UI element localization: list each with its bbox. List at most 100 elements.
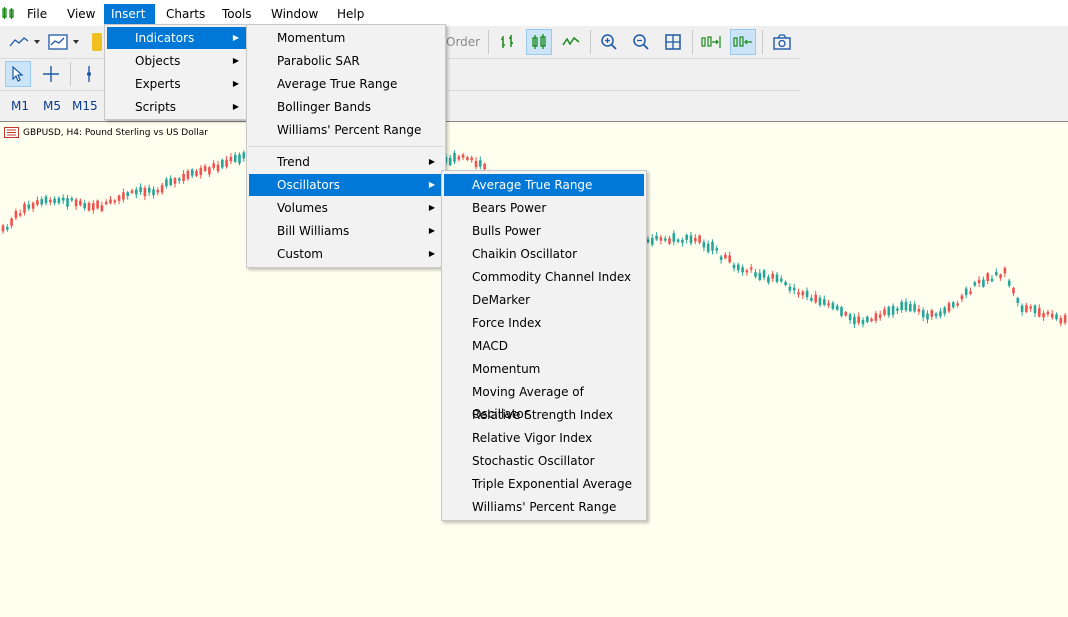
timeframe-m1[interactable]: M1 xyxy=(11,96,29,116)
candle-body xyxy=(827,303,830,306)
candle-body xyxy=(479,160,482,167)
cursor-button[interactable] xyxy=(5,61,31,87)
screenshot-button[interactable] xyxy=(769,29,795,55)
candle-body xyxy=(1003,267,1007,274)
candle-body xyxy=(973,282,977,286)
new-order-label[interactable]: Order xyxy=(446,32,480,52)
chart-symbol-text: GBPUSD, H4: Pound Sterling vs US Dollar xyxy=(23,127,208,138)
menu-view[interactable]: View xyxy=(60,4,102,24)
insert-menu-indicators[interactable]: Indicators ▶ xyxy=(107,27,247,49)
oscillator-chaikin[interactable]: Chaikin Oscillator xyxy=(444,243,644,265)
candle-body xyxy=(737,264,740,271)
menu-charts[interactable]: Charts xyxy=(159,4,212,24)
timeframe-m15[interactable]: M15 xyxy=(72,96,98,116)
candle-body xyxy=(1025,305,1028,312)
line-chart-icon xyxy=(9,37,40,47)
submenu-arrow-icon: ▶ xyxy=(232,102,239,111)
indicators-group-custom[interactable]: Custom ▶ xyxy=(249,243,443,265)
candle-body xyxy=(792,287,796,291)
indicators-group-oscillators[interactable]: Oscillators ▶ xyxy=(249,174,443,196)
candle-body xyxy=(1063,315,1067,323)
candlestick-chart-button[interactable] xyxy=(526,29,552,55)
candle-body xyxy=(1038,308,1041,317)
insert-menu: Indicators ▶ Objects ▶ Experts ▶ Scripts… xyxy=(104,24,250,120)
candle-body xyxy=(741,267,744,273)
zoom-in-button[interactable] xyxy=(596,29,622,55)
auto-scroll-icon xyxy=(701,36,721,48)
indicators-group-bill-williams[interactable]: Bill Williams ▶ xyxy=(249,220,443,242)
candle-body xyxy=(130,190,134,193)
auto-scroll-button[interactable] xyxy=(698,29,724,55)
candle-body xyxy=(956,303,959,306)
oscillator-osma[interactable]: Moving Average of Oscillator xyxy=(444,381,644,421)
candle-body xyxy=(79,200,82,206)
menu-label: Custom xyxy=(277,247,323,261)
bar-chart-button[interactable] xyxy=(495,29,521,55)
candle-body xyxy=(225,159,228,167)
oscillator-stochastic[interactable]: Stochastic Oscillator xyxy=(444,450,644,472)
oscillator-williams-percent-range[interactable]: Williams' Percent Range xyxy=(444,496,644,518)
oscillator-force-index[interactable]: Force Index xyxy=(444,312,644,334)
candle-body xyxy=(453,152,456,162)
templates-dropdown[interactable] xyxy=(46,29,84,55)
oscillator-trix[interactable]: Triple Exponential Average xyxy=(444,473,644,495)
insert-menu-experts[interactable]: Experts ▶ xyxy=(107,73,247,95)
zoom-out-button[interactable] xyxy=(628,29,654,55)
menu-window[interactable]: Window xyxy=(264,4,325,24)
candle-body xyxy=(689,235,693,244)
candle-body xyxy=(655,235,658,240)
oscillator-rvi[interactable]: Relative Vigor Index xyxy=(444,427,644,449)
indicator-williams-percent-range[interactable]: Williams' Percent Range xyxy=(249,119,443,141)
oscillator-bulls-power[interactable]: Bulls Power xyxy=(444,220,644,242)
tile-windows-button[interactable] xyxy=(660,29,686,55)
candle-body xyxy=(702,242,706,248)
indicators-group-volumes[interactable]: Volumes ▶ xyxy=(249,197,443,219)
chart-shift-button[interactable] xyxy=(730,29,756,55)
candle-body xyxy=(74,199,78,207)
submenu-arrow-icon: ▶ xyxy=(428,180,435,189)
cursor-arrow-icon xyxy=(12,66,24,82)
menu-file[interactable]: File xyxy=(20,4,54,24)
oscillator-macd[interactable]: MACD xyxy=(444,335,644,357)
oscillator-momentum[interactable]: Momentum xyxy=(444,358,644,380)
menu-tools[interactable]: Tools xyxy=(215,4,259,24)
candle-body xyxy=(100,205,104,212)
indicator-average-true-range[interactable]: Average True Range xyxy=(249,73,443,95)
indicator-parabolic-sar[interactable]: Parabolic SAR xyxy=(249,50,443,72)
candle-body xyxy=(470,157,473,161)
menu-insert[interactable]: Insert xyxy=(104,4,155,24)
candle-body xyxy=(646,239,650,243)
candle-body xyxy=(810,297,813,301)
candle-body xyxy=(921,310,925,318)
submenu-arrow-icon: ▶ xyxy=(428,157,435,166)
grid-icon xyxy=(665,34,681,50)
oscillator-rsi[interactable]: Relative Strength Index xyxy=(444,404,644,426)
oscillator-demarker[interactable]: DeMarker xyxy=(444,289,644,311)
candle-body xyxy=(474,160,478,168)
line-chart-button[interactable] xyxy=(558,29,584,55)
candle-body xyxy=(44,196,48,204)
insert-menu-objects[interactable]: Objects ▶ xyxy=(107,50,247,72)
candle-body xyxy=(732,264,736,269)
menu-help[interactable]: Help xyxy=(330,4,371,24)
oscillators-menu: Average True Range Bears Power Bulls Pow… xyxy=(441,170,647,521)
submenu-arrow-icon: ▶ xyxy=(232,79,239,88)
menu-label: Scripts xyxy=(135,100,177,114)
chart-type-dropdown[interactable] xyxy=(5,29,43,55)
indicator-bollinger-bands[interactable]: Bollinger Bands xyxy=(249,96,443,118)
oscillator-bears-power[interactable]: Bears Power xyxy=(444,197,644,219)
auto-trading-icon[interactable] xyxy=(90,29,104,55)
candle-body xyxy=(947,303,951,312)
candle-body xyxy=(1042,313,1045,318)
indicators-group-trend[interactable]: Trend ▶ xyxy=(249,151,443,173)
candle-body xyxy=(719,256,723,260)
indicator-momentum[interactable]: Momentum xyxy=(249,27,443,49)
insert-menu-scripts[interactable]: Scripts ▶ xyxy=(107,96,247,118)
timeframe-m5[interactable]: M5 xyxy=(43,96,61,116)
oscillator-cci[interactable]: Commodity Channel Index xyxy=(444,266,644,288)
vertical-line-button[interactable] xyxy=(76,61,102,87)
candle-body xyxy=(982,279,985,287)
crosshair-button[interactable] xyxy=(38,61,64,87)
oscillator-average-true-range[interactable]: Average True Range xyxy=(444,174,644,196)
candle-body xyxy=(83,203,86,209)
